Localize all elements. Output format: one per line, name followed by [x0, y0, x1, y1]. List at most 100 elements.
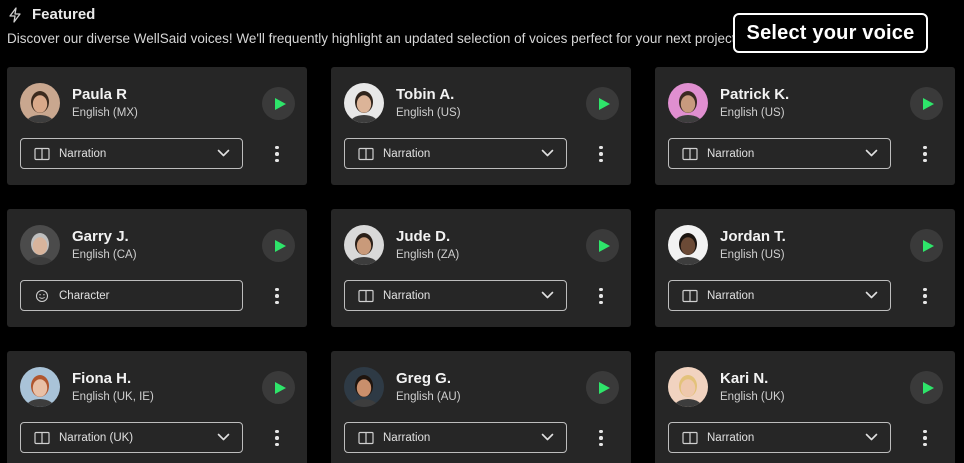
voice-name: Paula R	[72, 86, 128, 103]
voice-style-select[interactable]: Narration (UK)	[20, 422, 243, 453]
voice-style-label: Narration	[383, 431, 431, 444]
book-icon	[34, 147, 50, 160]
dot	[599, 300, 603, 305]
voice-card[interactable]: Patrick K. English (US) Narration	[655, 67, 955, 185]
dot	[923, 158, 927, 163]
dot	[275, 300, 279, 305]
chevron-down-icon	[865, 291, 878, 299]
more-options-button[interactable]	[271, 285, 283, 307]
dot	[923, 145, 927, 150]
play-icon	[274, 381, 286, 394]
voice-name: Garry J.	[72, 228, 129, 245]
dot	[275, 145, 279, 150]
book-icon	[358, 289, 374, 302]
voice-style-select[interactable]: Narration	[20, 138, 243, 169]
more-options-button[interactable]	[919, 427, 931, 449]
chevron-down-icon	[541, 433, 554, 441]
more-options-button[interactable]	[919, 143, 931, 165]
voice-style-select[interactable]: Narration	[344, 422, 567, 453]
more-options-button[interactable]	[595, 285, 607, 307]
voice-card[interactable]: Jordan T. English (US) Narration	[655, 209, 955, 327]
dot	[923, 436, 927, 440]
play-icon	[274, 239, 286, 252]
book-icon	[682, 289, 698, 302]
bolt-icon	[9, 6, 21, 23]
play-button[interactable]	[586, 87, 619, 120]
voice-avatar	[344, 83, 384, 123]
play-button[interactable]	[910, 229, 943, 262]
dot	[275, 158, 279, 163]
dot	[275, 436, 279, 440]
voice-card[interactable]: Kari N. English (UK) Narration	[655, 351, 955, 463]
voice-language: English (CA)	[72, 249, 137, 261]
chevron-down-icon	[865, 149, 878, 157]
book-icon	[34, 431, 50, 444]
select-voice-badge: Select your voice	[733, 13, 928, 53]
dot	[923, 442, 927, 447]
voice-style-label: Character	[59, 289, 110, 302]
voice-card[interactable]: Fiona H. English (UK, IE) Narration (UK)	[7, 351, 307, 463]
voice-language: English (ZA)	[396, 249, 460, 261]
voice-language: English (AU)	[396, 391, 461, 403]
voice-card[interactable]: Greg G. English (AU) Narration	[331, 351, 631, 463]
voice-card[interactable]: Tobin A. English (US) Narration	[331, 67, 631, 185]
more-options-button[interactable]	[271, 143, 283, 165]
play-button[interactable]	[262, 371, 295, 404]
dot	[923, 152, 927, 156]
voice-card[interactable]: Jude D. English (ZA) Narration	[331, 209, 631, 327]
voice-card[interactable]: Garry J. English (CA) Character	[7, 209, 307, 327]
dot	[599, 436, 603, 440]
dot	[599, 287, 603, 292]
voice-style-label: Narration	[383, 289, 431, 302]
dot	[599, 294, 603, 298]
voice-avatar	[668, 225, 708, 265]
dot	[599, 442, 603, 447]
book-icon	[682, 147, 698, 160]
more-options-button[interactable]	[919, 285, 931, 307]
book-icon	[358, 147, 374, 160]
book-icon	[358, 431, 374, 444]
voice-style-select[interactable]: Narration	[668, 138, 891, 169]
chevron-down-icon	[217, 433, 230, 441]
dot	[275, 429, 279, 434]
voice-name: Jordan T.	[720, 228, 786, 245]
voice-avatar	[20, 83, 60, 123]
chevron-down-icon	[541, 149, 554, 157]
play-button[interactable]	[910, 87, 943, 120]
more-options-button[interactable]	[595, 427, 607, 449]
play-button[interactable]	[586, 229, 619, 262]
voice-language: English (US)	[720, 249, 785, 261]
play-button[interactable]	[262, 229, 295, 262]
dot	[599, 429, 603, 434]
voice-style-label: Narration (UK)	[59, 431, 134, 444]
voice-style-select[interactable]: Narration	[668, 280, 891, 311]
play-button[interactable]	[262, 87, 295, 120]
voice-card[interactable]: Paula R English (MX) Narration	[7, 67, 307, 185]
smiley-icon	[35, 289, 49, 302]
play-button[interactable]	[910, 371, 943, 404]
voice-style-label: Narration	[59, 147, 107, 160]
more-options-button[interactable]	[271, 427, 283, 449]
play-icon	[598, 381, 610, 394]
play-icon	[274, 97, 286, 110]
voice-style-select[interactable]: Character	[20, 280, 243, 311]
featured-header: Featured	[8, 6, 95, 23]
more-options-button[interactable]	[595, 143, 607, 165]
voice-style-label: Narration	[707, 431, 755, 444]
voice-avatar	[344, 225, 384, 265]
voice-name: Greg G.	[396, 370, 452, 387]
voice-style-label: Narration	[707, 289, 755, 302]
chevron-down-icon	[865, 433, 878, 441]
play-button[interactable]	[586, 371, 619, 404]
play-icon	[922, 239, 934, 252]
voice-style-select[interactable]: Narration	[668, 422, 891, 453]
dot	[275, 152, 279, 156]
voice-language: English (UK, IE)	[72, 391, 154, 403]
voice-name: Tobin A.	[396, 86, 455, 103]
voice-style-select[interactable]: Narration	[344, 138, 567, 169]
voice-style-select[interactable]: Narration	[344, 280, 567, 311]
dot	[275, 442, 279, 447]
dot	[923, 294, 927, 298]
chevron-down-icon	[541, 291, 554, 299]
play-icon	[598, 239, 610, 252]
